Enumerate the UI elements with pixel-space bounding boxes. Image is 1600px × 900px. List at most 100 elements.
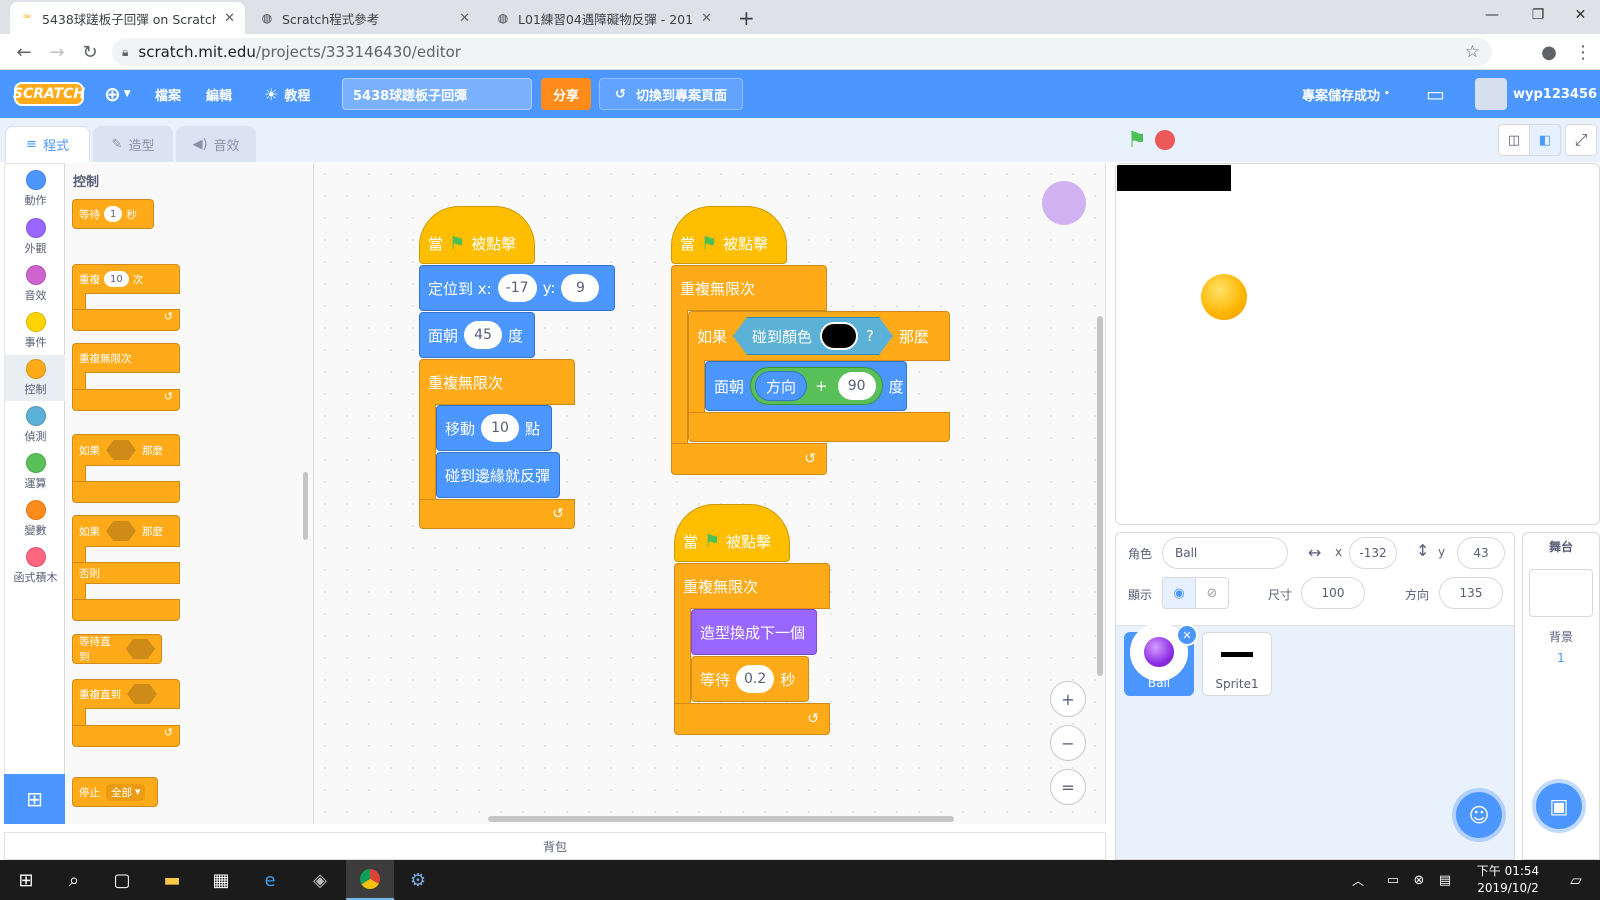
browser-tab-scratch[interactable]: ꟹ 5438球蹉板子回彈 on Scratch ✕ [10, 2, 245, 34]
close-tab-icon[interactable]: ✕ [459, 11, 470, 26]
palette-repeat-block[interactable]: 重複 10 次 [72, 264, 180, 294]
forever-block[interactable]: 重複無限次 [674, 563, 830, 609]
clock[interactable]: 下午 01:54 2019/10/2 [1468, 863, 1548, 897]
language-menu[interactable]: ⊕ ▼ [104, 70, 131, 118]
palette-wait-until-block[interactable]: 等待直到 [72, 634, 162, 664]
close-window-button[interactable]: ✕ [1561, 0, 1600, 30]
y-input[interactable]: 9 [561, 274, 600, 302]
category-sound[interactable]: 音效 [5, 261, 66, 307]
small-stage-button[interactable]: ◫ [1498, 124, 1530, 156]
seconds-input[interactable]: 0.2 [736, 665, 775, 693]
y-input[interactable]: 43 [1457, 537, 1505, 569]
number-input[interactable]: 90 [837, 372, 876, 400]
move-steps-block[interactable]: 移動 10 點 [436, 405, 552, 451]
block-input[interactable]: 1 [104, 206, 123, 222]
scratch-logo[interactable]: SCRATCH [13, 82, 85, 106]
category-operators[interactable]: 運算 [5, 449, 66, 495]
chevron-up-icon[interactable]: ︿ [1334, 860, 1382, 900]
palette-if-else-block[interactable]: 如果 那麼 [72, 515, 180, 547]
menu-tutorials[interactable]: ☀ 教程 [264, 70, 310, 118]
green-flag-icon[interactable]: ⚑ [1127, 128, 1147, 153]
menu-file[interactable]: 檔案 [155, 70, 181, 118]
palette-stop-block[interactable]: 停止 全部 ▼ [72, 777, 158, 807]
zoom-in-button[interactable]: + [1050, 681, 1086, 717]
x-input[interactable]: -17 [497, 274, 537, 302]
my-stuff-folder-icon[interactable]: ▭ [1426, 70, 1445, 118]
notifications-icon[interactable]: ▱ [1552, 860, 1600, 900]
url-field[interactable]: 🔒︎ scratch.mit.edu /projects/333146430/e… [112, 38, 1492, 66]
see-project-page-button[interactable]: ↺ 切換到專案頁面 [599, 78, 743, 110]
boolean-slot[interactable] [125, 639, 155, 659]
palette-repeat-until-block[interactable]: 重複直到 [72, 679, 180, 709]
script-area[interactable]: 當 ⚑ 被點擊 定位到 x: -17 y: 9 面朝 45 度 重複無限次 移動 10 點 碰到邊… [314, 163, 1106, 824]
normal-stage-button[interactable]: ◧ [1529, 124, 1561, 156]
reload-icon[interactable]: ↻ [77, 40, 103, 64]
boolean-slot[interactable] [127, 684, 157, 704]
category-sensing[interactable]: 偵測 [5, 402, 66, 448]
search-icon[interactable]: ⌕ [50, 860, 98, 900]
category-control[interactable]: 控制 [5, 355, 66, 401]
project-title-input[interactable]: 5438球蹉板子回彈 [342, 78, 532, 110]
script-vertical-scrollbar[interactable] [1097, 316, 1103, 676]
store-icon[interactable]: ▦ [197, 860, 245, 900]
minimize-button[interactable]: — [1469, 0, 1515, 30]
network-icon[interactable]: ▭ [1380, 860, 1406, 900]
stage-canvas[interactable] [1115, 163, 1600, 525]
volume-muted-icon[interactable]: ⊗ [1406, 860, 1432, 900]
palette-if-then-block[interactable]: 如果 那麼 [72, 434, 180, 466]
x-input[interactable]: -132 [1349, 537, 1397, 569]
tab-costumes[interactable]: ✎ 造型 [93, 126, 173, 162]
add-extension-icon[interactable]: ⊞ [4, 774, 65, 824]
direction-input[interactable]: 135 [1439, 577, 1503, 609]
account-menu[interactable]: wyp123456 ▼ [1475, 70, 1600, 118]
point-in-direction-block[interactable]: 面朝 45 度 [419, 312, 535, 358]
next-costume-block[interactable]: 造型換成下一個 [691, 609, 817, 655]
block-input[interactable]: 10 [104, 271, 129, 287]
account-icon[interactable]: ● [1536, 40, 1562, 64]
palette-forever-block[interactable]: 重複無限次 [72, 343, 180, 373]
bookmark-star-icon[interactable]: ☆ [1465, 42, 1480, 62]
task-view-icon[interactable]: ▢ [98, 860, 146, 900]
new-tab-button[interactable]: + [728, 2, 758, 34]
choose-backdrop-button[interactable]: ▣ [1536, 783, 1582, 829]
stage-selector-panel[interactable]: 舞台 背景 1 ▣ [1522, 532, 1600, 860]
direction-input[interactable]: 45 [464, 321, 503, 349]
windows-start-icon[interactable]: ⊞ [2, 860, 50, 900]
direction-reporter[interactable]: 方向 [755, 371, 808, 401]
back-arrow-icon[interactable]: ← [11, 40, 37, 64]
size-input[interactable]: 100 [1301, 577, 1365, 609]
go-to-xy-block[interactable]: 定位到 x: -17 y: 9 [419, 265, 615, 311]
show-hidden-button[interactable]: ⊘ [1195, 577, 1229, 609]
script-horizontal-scrollbar[interactable] [488, 816, 954, 822]
delete-sprite-icon[interactable]: ✕ [1176, 624, 1198, 646]
more-menu-icon[interactable]: ⋮ [1570, 40, 1596, 64]
point-in-direction-block[interactable]: 面朝 方向 + 90 度 [705, 361, 907, 411]
when-flag-clicked-block[interactable]: 當 ⚑ 被點擊 [674, 504, 790, 562]
maximize-button[interactable]: ❐ [1515, 0, 1561, 30]
category-variables[interactable]: 變數 [5, 496, 66, 542]
palette-scrollbar[interactable] [303, 472, 308, 540]
chrome-icon[interactable] [346, 860, 394, 900]
share-button[interactable]: 分享 [541, 78, 591, 110]
touching-color-block[interactable]: 碰到顏色 ? [733, 317, 893, 355]
choose-sprite-button[interactable]: ☺ [1456, 792, 1502, 838]
if-then-block[interactable]: 如果 碰到顏色 ? 那麼 [688, 311, 950, 361]
close-tab-icon[interactable]: ✕ [224, 11, 235, 26]
tab-code[interactable]: ≡ 程式 [5, 126, 90, 162]
sprite-name-input[interactable]: Ball [1162, 537, 1288, 569]
category-motion[interactable]: 動作 [5, 166, 66, 212]
show-visible-button[interactable]: ◉ [1162, 577, 1196, 609]
forever-block[interactable]: 重複無限次 [419, 359, 575, 405]
forward-arrow-icon[interactable]: → [44, 40, 70, 64]
category-events[interactable]: 事件 [5, 308, 66, 354]
when-flag-clicked-block[interactable]: 當 ⚑ 被點擊 [671, 206, 787, 264]
ball-sprite[interactable] [1201, 274, 1247, 320]
zoom-reset-button[interactable]: = [1050, 769, 1086, 805]
internet-explorer-icon[interactable]: e [246, 860, 294, 900]
category-my-blocks[interactable]: 函式積木 [5, 543, 66, 589]
add-operator-block[interactable]: 方向 + 90 [750, 367, 883, 405]
browser-tab-l01[interactable]: ◍ L01練習04遇障礙物反彈 - 2018 ✕ [486, 2, 722, 34]
category-looks[interactable]: 外觀 [5, 214, 66, 260]
close-tab-icon[interactable]: ✕ [701, 11, 712, 26]
backpack-bar[interactable]: 背包 [4, 832, 1106, 860]
